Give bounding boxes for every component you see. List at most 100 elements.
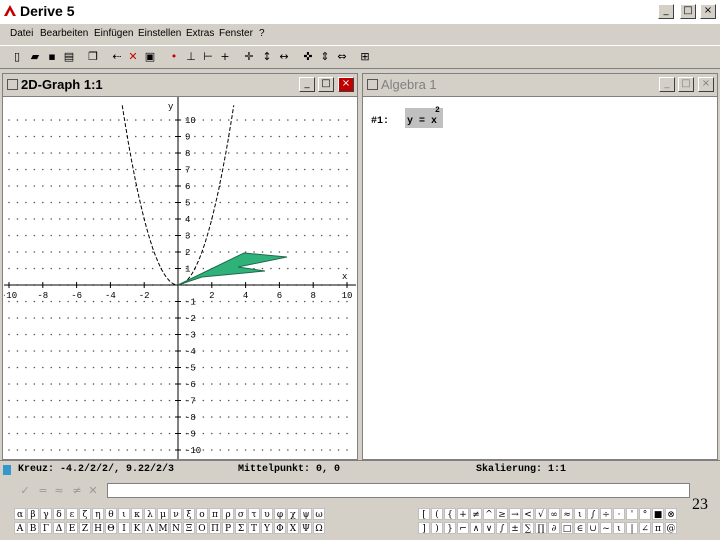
menu-datei[interactable]: Datei <box>10 28 33 39</box>
symbol-button[interactable]: θ <box>105 508 117 520</box>
symbol-button[interactable]: ∫ <box>496 522 508 534</box>
check-icon[interactable]: ✓ <box>18 484 32 498</box>
minimize-icon[interactable]: _ <box>658 4 674 19</box>
symbol-button[interactable]: ] <box>418 522 430 534</box>
symbol-button[interactable]: ~ <box>600 522 612 534</box>
crosshair-icon[interactable]: + <box>218 50 232 64</box>
symbol-button[interactable]: π <box>652 522 664 534</box>
symbol-button[interactable]: ≠ <box>470 508 482 520</box>
symbol-button[interactable]: Χ <box>287 522 299 534</box>
symbol-button[interactable]: ∠ <box>639 522 651 534</box>
symbol-button[interactable]: δ <box>53 508 65 520</box>
symbol-button[interactable]: ( <box>431 508 443 520</box>
symbol-button[interactable]: Ψ <box>300 522 312 534</box>
insert-icon[interactable]: ⇠ <box>110 50 124 64</box>
print-icon[interactable]: ▤ <box>62 50 76 64</box>
symbol-button[interactable]: ∈ <box>574 522 586 534</box>
symbol-button[interactable]: Η <box>92 522 104 534</box>
graph-plot-area[interactable]: -10 -8 -6 -4 -2 2 4 6 8 10 10 9 8 7 6 5 4 3 2 1 -1 -2 -3 -4 -5 -6… <box>4 97 356 459</box>
copy-icon[interactable]: ❐ <box>86 50 100 64</box>
zoom-in-icon[interactable]: ✛ <box>242 50 256 64</box>
symbol-button[interactable]: Ρ <box>222 522 234 534</box>
symbol-button[interactable]: ρ <box>222 508 234 520</box>
algebra-minimize-icon[interactable]: _ <box>659 77 675 92</box>
menu-bearbeiten[interactable]: Bearbeiten <box>40 28 88 39</box>
algebra-maximize-icon[interactable]: □ <box>678 77 694 92</box>
symbol-button[interactable]: Κ <box>131 522 143 534</box>
symbol-button[interactable]: σ <box>235 508 247 520</box>
symbol-button[interactable]: α <box>14 508 26 520</box>
delete-icon[interactable]: ✕ <box>126 50 140 64</box>
symbol-button[interactable]: ε <box>66 508 78 520</box>
symbol-button[interactable]: → <box>509 508 521 520</box>
symbol-button[interactable]: π <box>209 508 221 520</box>
menu-help[interactable]: ? <box>259 28 265 39</box>
symbol-button[interactable]: χ <box>287 508 299 520</box>
symbol-button[interactable]: γ <box>40 508 52 520</box>
symbol-button[interactable]: | <box>626 522 638 534</box>
simplify-icon[interactable]: ≠ <box>70 484 84 498</box>
symbol-button[interactable]: Β <box>27 522 39 534</box>
symbol-button[interactable]: ⌐ <box>457 522 469 534</box>
symbol-button[interactable]: Γ <box>40 522 52 534</box>
graph-close-icon[interactable]: × <box>338 77 354 92</box>
symbol-button[interactable]: ± <box>509 522 521 534</box>
symbol-button[interactable]: τ <box>248 508 260 520</box>
symbol-button[interactable]: ∫ <box>587 508 599 520</box>
symbol-button[interactable]: Π <box>209 522 221 534</box>
new-icon[interactable]: ▯ <box>10 50 24 64</box>
symbol-button[interactable]: ψ <box>300 508 312 520</box>
symbol-button[interactable]: Ν <box>170 522 182 534</box>
save-icon[interactable]: ▪ <box>45 50 59 64</box>
symbol-button[interactable]: ∞ <box>548 508 560 520</box>
symbol-button[interactable]: Ε <box>66 522 78 534</box>
symbol-button[interactable]: ) <box>431 522 443 534</box>
symbol-button[interactable]: ∨ <box>483 522 495 534</box>
symbol-button[interactable]: Θ <box>105 522 117 534</box>
clear-icon[interactable]: ✕ <box>86 484 100 498</box>
symbol-button[interactable]: { <box>444 508 456 520</box>
symbol-button[interactable]: } <box>444 522 456 534</box>
symbol-button[interactable]: ι <box>613 522 625 534</box>
symbol-button[interactable]: ι <box>574 508 586 520</box>
symbol-button[interactable]: β <box>27 508 39 520</box>
menu-extras[interactable]: Extras <box>186 28 214 39</box>
symbol-button[interactable]: ° <box>639 508 651 520</box>
symbol-button[interactable]: η <box>92 508 104 520</box>
symbol-button[interactable]: Φ <box>274 522 286 534</box>
symbol-button[interactable]: Ξ <box>183 522 195 534</box>
symbol-button[interactable]: ξ <box>183 508 195 520</box>
symbol-button[interactable]: λ <box>144 508 156 520</box>
approx-icon[interactable]: ≈ <box>52 484 66 498</box>
zoom-x-icon[interactable]: ⇔ <box>335 50 349 64</box>
symbol-button[interactable]: · <box>613 508 625 520</box>
symbol-button[interactable]: Ω <box>313 522 325 534</box>
zoom-y-icon[interactable]: ⇕ <box>318 50 332 64</box>
symbol-button[interactable]: ∏ <box>535 522 547 534</box>
symbol-button[interactable]: Μ <box>157 522 169 534</box>
symbol-button[interactable]: Υ <box>261 522 273 534</box>
symbol-button[interactable]: ⊗ <box>665 508 677 520</box>
symbol-button[interactable]: ≈ <box>561 508 573 520</box>
symbol-button[interactable]: ∂ <box>548 522 560 534</box>
symbol-button[interactable]: ω <box>313 508 325 520</box>
expression-highlight[interactable]: y = x 2 <box>405 106 443 128</box>
menu-einfuegen[interactable]: Einfügen <box>94 28 133 39</box>
symbol-button[interactable]: Α <box>14 522 26 534</box>
zoom-vertical-icon[interactable]: ↕ <box>260 50 274 64</box>
notes-icon[interactable]: ▣ <box>143 50 157 64</box>
symbol-button[interactable]: ο <box>196 508 208 520</box>
window-icon[interactable]: ⊞ <box>358 50 372 64</box>
symbol-button[interactable]: Λ <box>144 522 156 534</box>
symbol-button[interactable]: + <box>457 508 469 520</box>
symbol-button[interactable]: ■ <box>652 508 664 520</box>
symbol-button[interactable]: κ <box>131 508 143 520</box>
graph-minimize-icon[interactable]: _ <box>299 77 315 92</box>
symbol-button[interactable]: ' <box>626 508 638 520</box>
symbol-button[interactable]: √ <box>535 508 547 520</box>
symbol-button[interactable]: Τ <box>248 522 260 534</box>
symbol-button[interactable]: □ <box>561 522 573 534</box>
expression-entry-field[interactable] <box>107 483 690 498</box>
close-icon[interactable]: × <box>700 4 716 19</box>
symbol-button[interactable]: ι <box>118 508 130 520</box>
